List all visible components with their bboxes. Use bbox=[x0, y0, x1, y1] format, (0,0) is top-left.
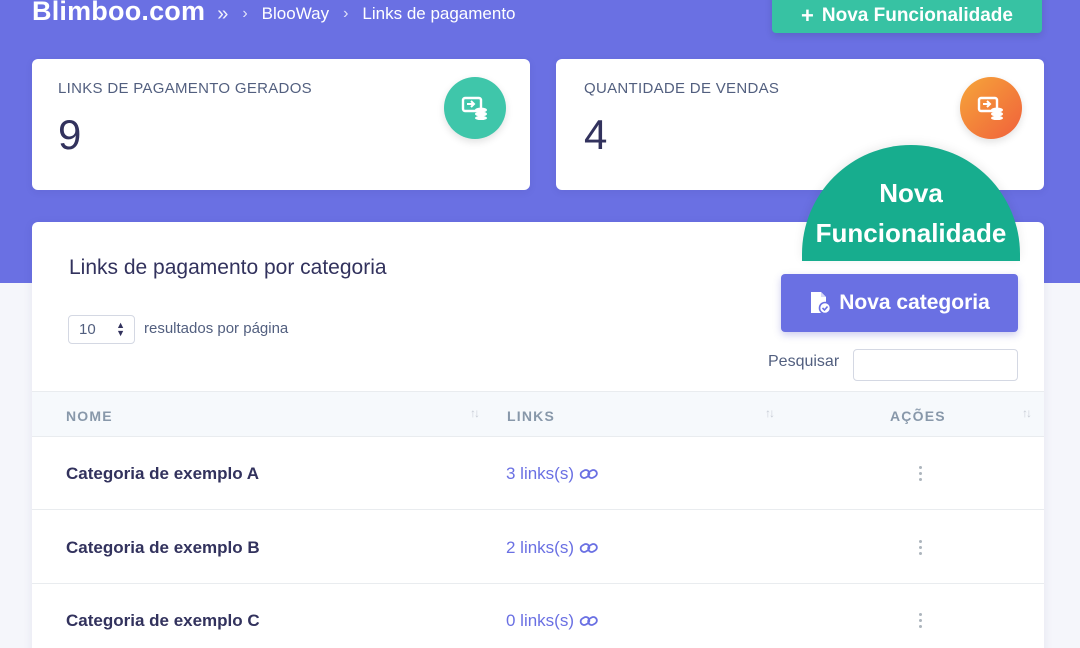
search-input[interactable] bbox=[853, 349, 1018, 381]
page-length-select[interactable]: 10 ▲ ▼ bbox=[68, 315, 135, 344]
new-category-button[interactable]: Nova categoria bbox=[781, 274, 1018, 332]
breadcrumb-separator-icon: » bbox=[217, 2, 229, 25]
column-header-links[interactable]: LINKS bbox=[507, 408, 555, 424]
page-length-value: 10 bbox=[79, 321, 96, 338]
actions-menu-icon[interactable] bbox=[916, 606, 924, 634]
chevron-right-icon: › bbox=[242, 5, 248, 22]
stat-value: 9 bbox=[58, 111, 82, 158]
link-icon bbox=[579, 616, 598, 626]
breadcrumb-item-current: Links de pagamento bbox=[362, 4, 516, 23]
sales-icon bbox=[960, 77, 1022, 139]
column-header-name[interactable]: NOME bbox=[66, 408, 113, 424]
card-title: Links de pagamento por categoria bbox=[69, 256, 387, 279]
stat-value: 4 bbox=[584, 111, 608, 158]
category-links-link[interactable]: 3 links(s) bbox=[506, 464, 599, 484]
category-name: Categoria de exemplo C bbox=[66, 611, 260, 630]
categories-card: Links de pagamento por categoria 10 ▲ ▼ r… bbox=[32, 222, 1044, 648]
new-category-button-label: Nova categoria bbox=[839, 291, 990, 314]
table-row: Categoria de exemplo C 0 links(s) bbox=[32, 584, 1044, 648]
table-row: Categoria de exemplo B 2 links(s) bbox=[32, 511, 1044, 584]
actions-menu-icon[interactable] bbox=[916, 459, 924, 487]
category-links-count: 2 links(s) bbox=[506, 538, 575, 557]
sort-icon[interactable]: ↑↓ bbox=[1022, 406, 1032, 420]
column-header-actions[interactable]: AÇÕES bbox=[890, 408, 946, 424]
category-links-link[interactable]: 2 links(s) bbox=[506, 538, 599, 558]
category-links-count: 0 links(s) bbox=[506, 611, 575, 630]
breadcrumb-item-blooway[interactable]: BlooWay bbox=[262, 4, 329, 24]
badge-line-1: Nova bbox=[879, 178, 943, 208]
new-feature-button-label: Nova Funcionalidade bbox=[821, 4, 1013, 26]
search-label: Pesquisar bbox=[768, 353, 840, 370]
file-icon bbox=[811, 292, 832, 315]
payment-link-icon bbox=[444, 77, 506, 139]
actions-menu-icon[interactable] bbox=[916, 533, 924, 561]
sort-icon[interactable]: ↑↓ bbox=[470, 406, 480, 420]
stat-label: LINKS DE PAGAMENTO GERADOS bbox=[58, 80, 312, 97]
brand-name[interactable]: Blimboo.com bbox=[32, 0, 205, 27]
badge-line-2: Funcionalidade bbox=[815, 218, 1007, 248]
plus-icon: + bbox=[801, 2, 814, 28]
chevron-right-icon: › bbox=[343, 5, 349, 22]
table-row: Categoria de exemplo A 3 links(s) bbox=[32, 437, 1044, 510]
sort-icon[interactable]: ↑↓ bbox=[765, 406, 775, 420]
link-icon bbox=[579, 469, 598, 479]
category-links-link[interactable]: 0 links(s) bbox=[506, 611, 599, 631]
stat-card-links: LINKS DE PAGAMENTO GERADOS 9 bbox=[32, 59, 530, 190]
select-arrows-icon: ▲ ▼ bbox=[116, 320, 125, 338]
page-length-label: resultados por página bbox=[144, 320, 289, 337]
breadcrumb: Blimboo.com » › BlooWay › Links de pagam… bbox=[32, 0, 516, 28]
link-icon bbox=[579, 543, 598, 553]
table-header: NOME ↑↓ LINKS ↑↓ AÇÕES ↑↓ bbox=[32, 391, 1044, 437]
new-feature-button[interactable]: + Nova Funcionalidade bbox=[772, 0, 1042, 33]
stat-label: QUANTIDADE DE VENDAS bbox=[584, 80, 780, 97]
category-name: Categoria de exemplo A bbox=[66, 464, 260, 483]
category-name: Categoria de exemplo B bbox=[66, 538, 260, 557]
category-links-count: 3 links(s) bbox=[506, 464, 575, 483]
